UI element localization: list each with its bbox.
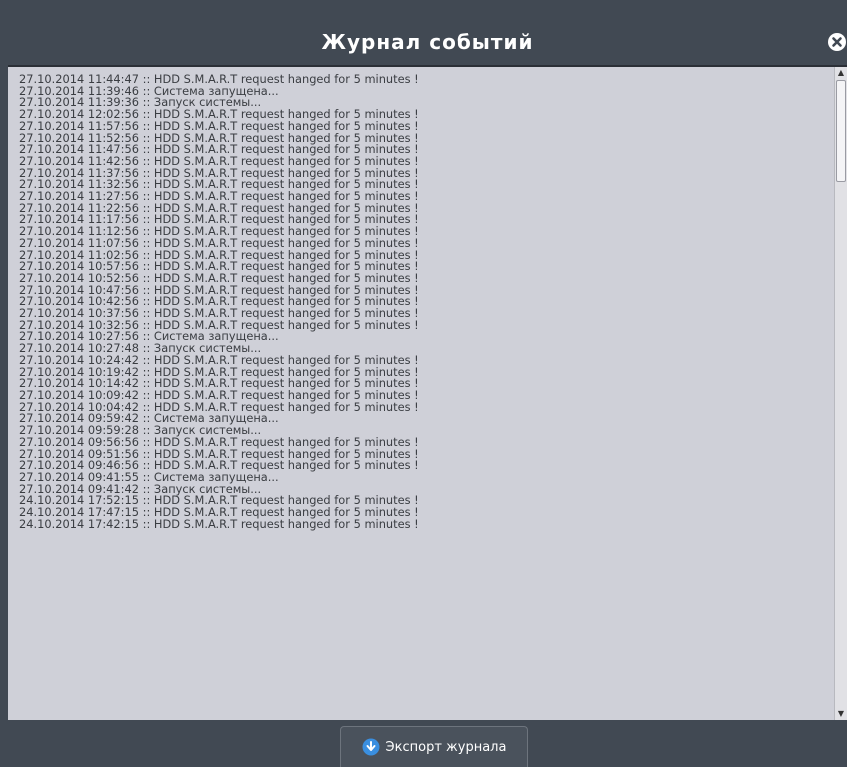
event-log-window: Журнал событий 27.10.2014 11:44:47 :: HD… [0, 0, 847, 767]
scroll-down-icon[interactable]: ▼ [835, 708, 847, 720]
export-log-button[interactable]: Экспорт журнала [340, 726, 528, 767]
close-icon[interactable] [827, 32, 847, 52]
export-log-label: Экспорт журнала [385, 739, 507, 755]
title-bar: Журнал событий [8, 8, 847, 72]
footer-bar: Экспорт журнала [8, 720, 847, 767]
log-entry: 24.10.2014 17:42:15 :: HDD S.M.A.R.T req… [19, 516, 419, 531]
scroll-up-icon[interactable]: ▲ [835, 67, 847, 79]
scroll-thumb[interactable] [836, 80, 846, 182]
window-title: Журнал событий [321, 30, 534, 54]
download-icon [362, 738, 380, 756]
log-panel: 27.10.2014 11:44:47 :: HDD S.M.A.R.T req… [8, 65, 847, 720]
log-list: 27.10.2014 11:44:47 :: HDD S.M.A.R.T req… [19, 74, 825, 714]
vertical-scrollbar[interactable]: ▲ ▼ [834, 67, 847, 720]
